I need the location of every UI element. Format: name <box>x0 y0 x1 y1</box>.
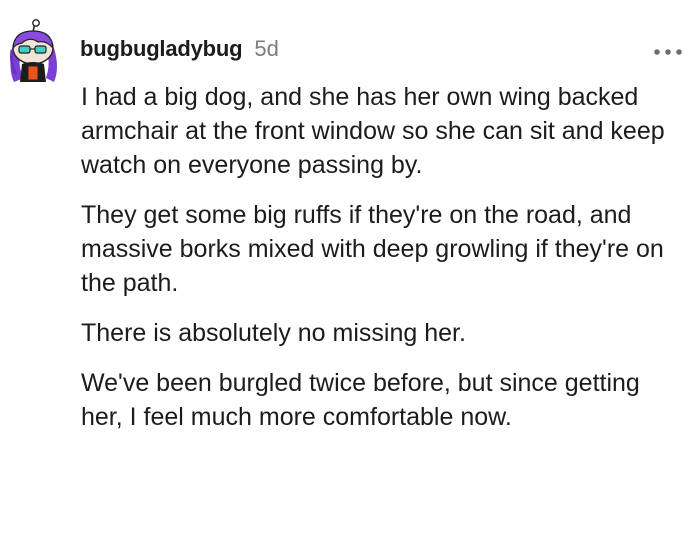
comment-paragraph: There is absolutely no missing her. <box>81 319 466 347</box>
comment-age: 5d <box>254 36 279 61</box>
comment-paragraph: We've been burgled twice before, but sin… <box>81 369 640 431</box>
comment-paragraph: I had a big dog, and she has her own win… <box>81 83 665 179</box>
comment-card: bugbugladybug 5d I had a big dog, and sh… <box>0 0 700 543</box>
comment-paragraph: They get some big ruffs if they're on th… <box>81 201 664 297</box>
user-avatar[interactable] <box>2 18 64 84</box>
more-horizontal-icon <box>654 49 682 55</box>
username-link[interactable]: bugbugladybug <box>80 36 243 62</box>
snoo-avatar-icon <box>10 19 57 82</box>
comment-header: bugbugladybug 5d <box>80 36 279 68</box>
more-options-button[interactable] <box>648 38 688 66</box>
comment-body: I had a big dog, and she has her own win… <box>81 80 686 450</box>
